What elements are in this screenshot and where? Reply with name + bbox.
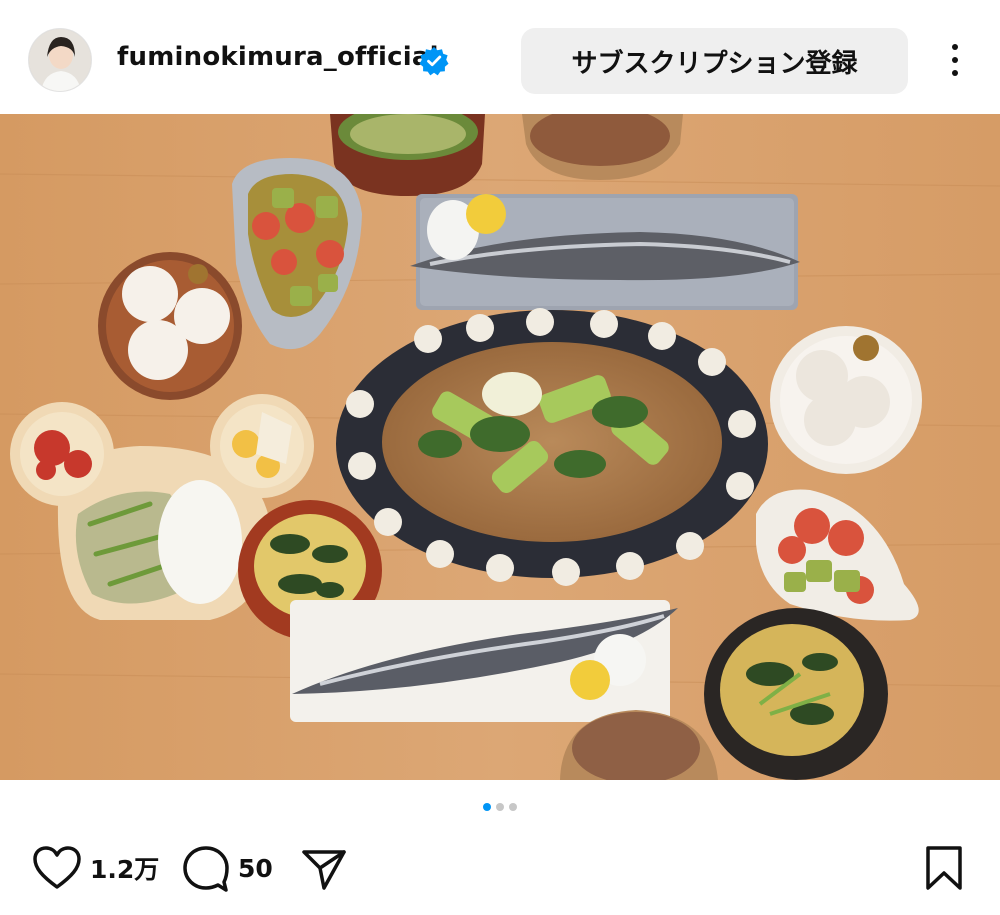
- more-options-icon[interactable]: [935, 40, 975, 80]
- comment-action: 50: [182, 840, 273, 896]
- share-action: [300, 840, 348, 896]
- save-action: [922, 840, 966, 896]
- bookmark-icon[interactable]: [922, 844, 966, 892]
- heart-icon[interactable]: [32, 845, 82, 891]
- subscribe-button[interactable]: サブスクリプション登録: [521, 28, 908, 94]
- like-count[interactable]: 1.2万: [90, 850, 159, 886]
- carousel-dot-active: [483, 803, 491, 811]
- carousel-indicator: [0, 803, 1000, 819]
- share-icon[interactable]: [300, 844, 348, 892]
- post-header: fuminokimura_official サブスクリプション登録: [0, 0, 1000, 115]
- action-bar: 1.2万 50: [0, 840, 1000, 900]
- comment-icon[interactable]: [182, 844, 230, 892]
- like-action: 1.2万: [32, 840, 159, 896]
- carousel-dot: [509, 803, 517, 811]
- post-image[interactable]: [0, 114, 1000, 780]
- carousel-dot: [496, 803, 504, 811]
- verified-badge-icon: [419, 47, 449, 76]
- comment-count[interactable]: 50: [238, 854, 273, 883]
- username[interactable]: fuminokimura_official: [117, 42, 439, 72]
- avatar[interactable]: [28, 28, 92, 92]
